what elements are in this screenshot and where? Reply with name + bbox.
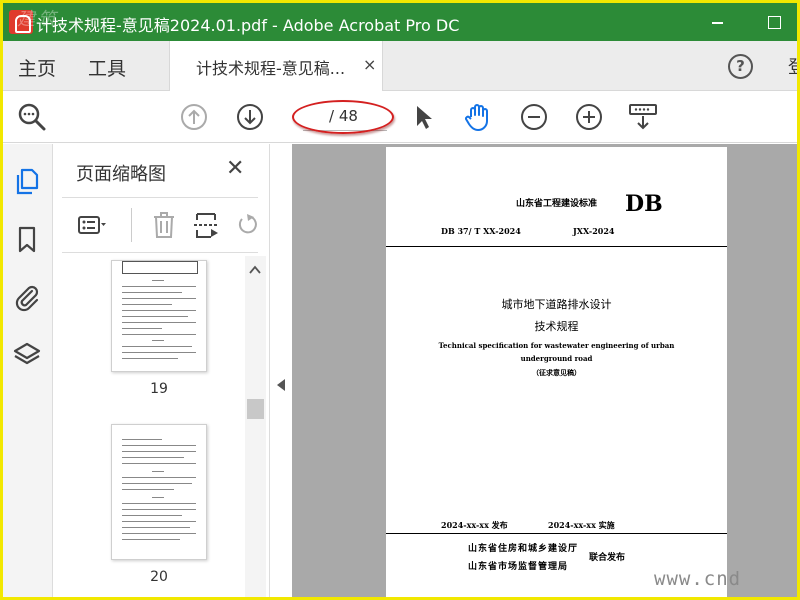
- release-date: 2024-xx-xx 发布: [441, 520, 508, 530]
- pdf-page: 山东省工程建设标准 DB DB 37/ T XX-2024 JXX-2024 城…: [386, 147, 727, 597]
- thumbnail-scrollbar[interactable]: [245, 256, 266, 597]
- title-bar: 建筑 计技术规程-意见稿2024.01.pdf - Adobe Acrobat …: [3, 3, 797, 41]
- hand-tool-icon[interactable]: [462, 101, 494, 133]
- panel-collapse-strip[interactable]: [270, 144, 292, 597]
- thumbnail-page-label: 20: [150, 569, 168, 585]
- bottom-rule: [386, 533, 727, 534]
- english-title-line1: Technical specification for wastewater e…: [438, 341, 675, 350]
- next-page-icon[interactable]: [234, 101, 266, 133]
- help-icon[interactable]: ?: [728, 54, 753, 79]
- scroll-up-icon[interactable]: [249, 264, 261, 276]
- tab-bar: 主页 工具 计技术规程-意见稿... × ? 登: [3, 41, 797, 91]
- top-rule: [386, 246, 727, 247]
- document-view[interactable]: 山东省工程建设标准 DB DB 37/ T XX-2024 JXX-2024 城…: [292, 144, 797, 597]
- minimize-button[interactable]: [697, 3, 737, 41]
- main-toolbar: / 48: [3, 91, 797, 143]
- previous-page-icon[interactable]: [178, 101, 210, 133]
- delete-page-icon[interactable]: [149, 210, 179, 240]
- left-navigation-rail: [3, 144, 53, 597]
- layers-icon[interactable]: [12, 340, 42, 370]
- effective-date: 2024-xx-xx 实施: [548, 520, 615, 530]
- zoom-out-icon[interactable]: [518, 101, 550, 133]
- tab-document[interactable]: 计技术规程-意见稿... ×: [169, 41, 383, 91]
- toolbar-separator: [131, 208, 132, 242]
- thumb-table: [122, 261, 198, 274]
- document-tab-label: 计技术规程-意见稿...: [196, 59, 346, 78]
- select-cursor-icon[interactable]: [407, 101, 439, 133]
- site-watermark: www.cnd: [654, 568, 742, 590]
- record-code: JXX-2024: [573, 226, 615, 236]
- page-thumbnails-icon[interactable]: [12, 166, 42, 196]
- app-window: 建筑 计技术规程-意见稿2024.01.pdf - Adobe Acrobat …: [3, 3, 797, 597]
- tab-home[interactable]: 主页: [18, 54, 56, 81]
- document-title-line1: 城市地下道路排水设计: [501, 298, 612, 311]
- close-panel-icon[interactable]: ✕: [226, 156, 244, 181]
- draft-note: （征求意见稿）: [532, 368, 581, 377]
- panel-title: 页面缩略图: [76, 164, 166, 185]
- page-thumbnail-20[interactable]: [111, 424, 207, 560]
- issuer-line1: 山东省住房和城乡建设厅: [468, 544, 579, 554]
- db-mark: DB: [625, 191, 663, 217]
- standard-code: DB 37/ T XX-2024: [441, 226, 521, 236]
- panel-toolbar: [62, 197, 258, 253]
- attachments-icon[interactable]: [12, 282, 42, 312]
- sign-in-button[interactable]: 登: [788, 53, 797, 79]
- close-tab-icon[interactable]: ×: [363, 55, 376, 74]
- rotate-page-icon[interactable]: [232, 210, 262, 240]
- maximize-button[interactable]: [753, 3, 793, 41]
- zoom-in-icon[interactable]: [573, 101, 605, 133]
- window-title: 计技术规程-意见稿2024.01.pdf - Adobe Acrobat Pro…: [36, 16, 460, 35]
- standard-label: 山东省工程建设标准: [516, 199, 598, 209]
- extract-page-icon[interactable]: [191, 210, 221, 240]
- scroll-mode-icon[interactable]: [627, 101, 659, 133]
- english-title-line2: underground road: [520, 354, 593, 363]
- collapse-panel-icon[interactable]: [277, 379, 285, 391]
- scrollbar-thumb[interactable]: [247, 399, 264, 419]
- joint-release: 联合发布: [589, 553, 626, 563]
- issuer-line2: 山东省市场监督管理局: [468, 562, 569, 572]
- thumbnail-panel: 页面缩略图 ✕ 19 20: [54, 144, 270, 597]
- red-highlight-circle: [292, 100, 394, 134]
- bookmarks-icon[interactable]: [12, 224, 42, 254]
- tab-tools[interactable]: 工具: [88, 54, 126, 81]
- page-thumbnail-19[interactable]: [111, 260, 207, 372]
- thumbnail-options-icon[interactable]: [76, 210, 106, 240]
- document-title-line2: 技术规程: [534, 320, 579, 333]
- thumbnail-page-label: 19: [150, 381, 168, 397]
- search-zoom-icon[interactable]: [16, 101, 48, 133]
